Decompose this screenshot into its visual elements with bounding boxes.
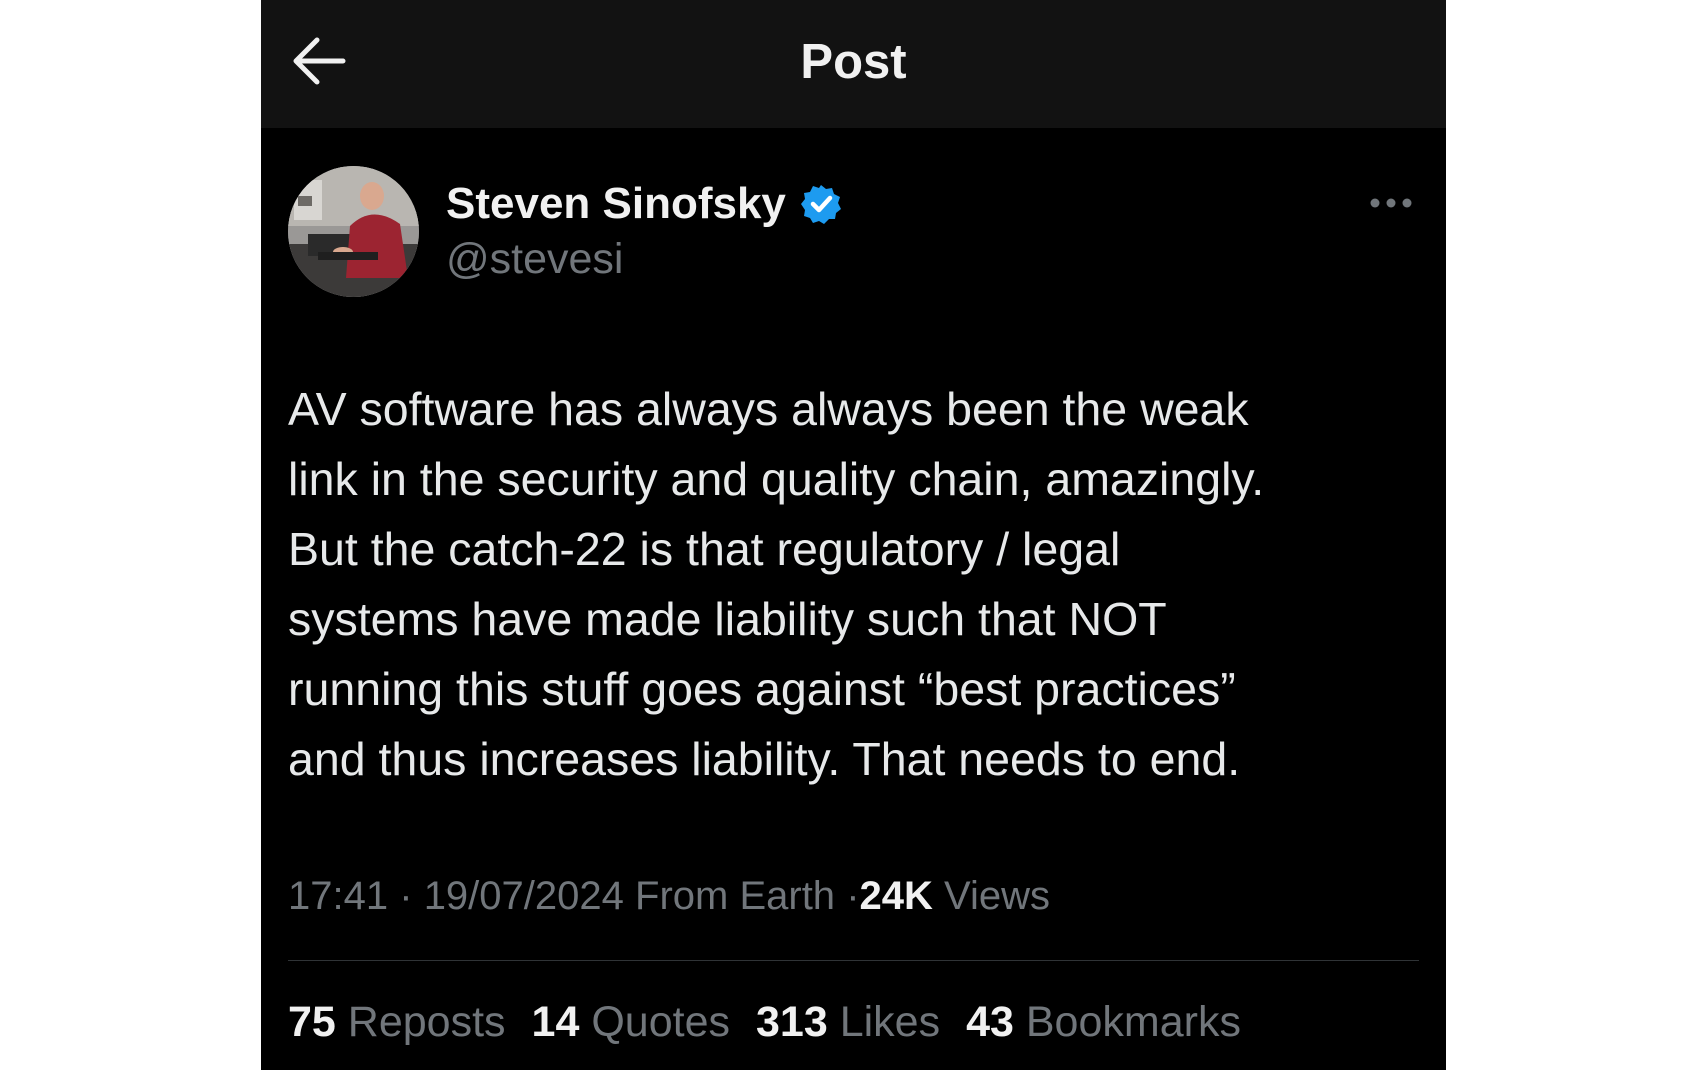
stat-count: 14 [531, 998, 580, 1046]
stat-label: Quotes [591, 998, 730, 1046]
quotes-stat[interactable]: 14 Quotes [532, 996, 730, 1048]
avatar[interactable] [288, 166, 419, 297]
reposts-stat[interactable]: 75 Reposts [288, 996, 506, 1048]
stat-count: 313 [755, 998, 828, 1046]
views-label: Views [944, 874, 1051, 918]
stat-label: Likes [839, 998, 941, 1046]
stat-label: Reposts [347, 998, 506, 1046]
views-count: 24K [859, 874, 933, 918]
stat-count: 75 [288, 998, 336, 1046]
top-bar: Post [261, 0, 1446, 128]
stat-count: 43 [966, 998, 1014, 1046]
post-screen: Post Steven Sinofsky @stevesi AV softwar… [261, 0, 1446, 1070]
more-horizontal-icon [1370, 198, 1412, 208]
divider [288, 960, 1419, 961]
engagement-stats: 75 Reposts 14 Quotes 313 Likes 43 Bookma… [288, 996, 1241, 1048]
post-metadata: 17:41 · 19/07/2024 From Earth ·24K Views [288, 871, 1050, 921]
post-date[interactable]: 19/07/2024 [424, 874, 624, 918]
post-text: AV software has always always been the w… [288, 383, 1265, 785]
stat-label: Bookmarks [1025, 998, 1241, 1046]
likes-stat[interactable]: 313 Likes [756, 996, 940, 1048]
verified-badge-icon [800, 185, 841, 224]
bookmarks-stat[interactable]: 43 Bookmarks [966, 996, 1241, 1048]
meta-separator: · [399, 874, 413, 918]
author-display-name[interactable]: Steven Sinofsky [446, 178, 786, 230]
author-photo [288, 166, 419, 297]
page-title: Post [800, 35, 907, 89]
author-handle[interactable]: @stevesi [446, 233, 623, 285]
post-time[interactable]: 17:41 [288, 874, 388, 918]
meta-separator: · [846, 874, 860, 918]
author-name-row[interactable]: Steven Sinofsky [446, 178, 842, 230]
more-options-button[interactable] [1367, 188, 1421, 218]
post-source: From Earth [635, 874, 836, 918]
